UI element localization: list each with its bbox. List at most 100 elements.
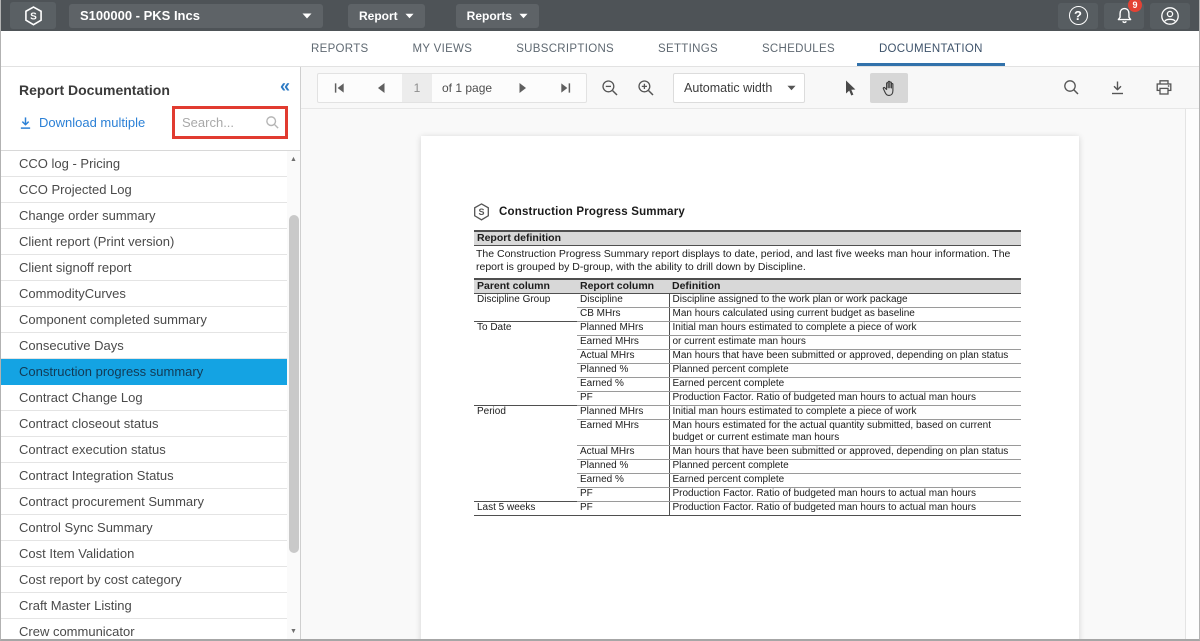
table-cell: CB MHrs bbox=[577, 308, 669, 322]
table-cell: Initial man hours estimated to complete … bbox=[669, 322, 1021, 336]
report-definition-section: Report definition The Construction Progr… bbox=[474, 230, 1021, 516]
report-list: CCO log - PricingCCO Projected LogChange… bbox=[1, 151, 300, 640]
table-cell bbox=[474, 336, 577, 350]
report-definition-text: The Construction Progress Summary report… bbox=[474, 246, 1021, 278]
page-number-input[interactable]: 1 bbox=[402, 74, 432, 102]
tab-bar: REPORTSMY VIEWSSUBSCRIPTIONSSETTINGSSCHE… bbox=[1, 31, 1199, 67]
list-item[interactable]: Consecutive Days bbox=[1, 333, 287, 359]
tab-documentation[interactable]: DOCUMENTATION bbox=[857, 31, 1005, 66]
table-cell bbox=[474, 350, 577, 364]
notifications-button[interactable]: 9 bbox=[1104, 3, 1144, 29]
list-item[interactable]: Cost report by cost category bbox=[1, 567, 287, 593]
sidebar-scrollbar[interactable]: ▲ ▼ bbox=[287, 151, 300, 640]
app-logo[interactable]: S bbox=[10, 2, 56, 29]
search-input[interactable] bbox=[182, 115, 265, 130]
table-cell: Earned % bbox=[577, 474, 669, 488]
table-cell: Production Factor. Ratio of budgeted man… bbox=[669, 502, 1021, 516]
list-item[interactable]: Client report (Print version) bbox=[1, 229, 287, 255]
doc-table-body: Discipline GroupDisciplineDiscipline ass… bbox=[474, 294, 1021, 516]
tab-reports[interactable]: REPORTS bbox=[289, 31, 390, 66]
download-multiple-button[interactable]: Download multiple bbox=[19, 115, 145, 130]
report-menu-dropdown[interactable]: Report bbox=[348, 4, 425, 28]
svg-text:S: S bbox=[30, 11, 37, 22]
zoom-mode-dropdown[interactable]: Automatic width bbox=[673, 73, 805, 103]
list-item[interactable]: Client signoff report bbox=[1, 255, 287, 281]
zoom-in-button[interactable] bbox=[637, 79, 655, 97]
chevron-down-icon bbox=[519, 13, 528, 19]
list-item[interactable]: Contract Integration Status bbox=[1, 463, 287, 489]
table-row: To DatePlanned MHrsInitial man hours est… bbox=[474, 322, 1021, 336]
list-item[interactable]: CCO Projected Log bbox=[1, 177, 287, 203]
pan-tool-button[interactable] bbox=[870, 73, 908, 103]
scroll-down-icon[interactable]: ▼ bbox=[287, 625, 300, 638]
search-icon bbox=[265, 115, 280, 130]
table-cell: Planned percent complete bbox=[669, 460, 1021, 474]
sidebar-header: Report Documentation « Download multiple bbox=[1, 67, 300, 151]
document-scrollbar[interactable] bbox=[1185, 109, 1199, 640]
help-button[interactable]: ? bbox=[1058, 3, 1098, 29]
list-item[interactable]: Contract Change Log bbox=[1, 385, 287, 411]
account-button[interactable] bbox=[1150, 3, 1190, 29]
table-row: Planned %Planned percent complete bbox=[474, 364, 1021, 378]
last-page-icon bbox=[559, 82, 572, 94]
list-item[interactable]: Component completed summary bbox=[1, 307, 287, 333]
table-row: Discipline GroupDisciplineDiscipline ass… bbox=[474, 294, 1021, 308]
download-icon bbox=[1110, 80, 1125, 96]
pan-hand-icon bbox=[881, 79, 897, 97]
document-search-button[interactable] bbox=[1063, 79, 1080, 96]
report-definition-heading: Report definition bbox=[474, 230, 1021, 246]
top-bar: S S100000 - PKS Incs Report Reports ? bbox=[1, 0, 1199, 31]
table-cell bbox=[474, 308, 577, 322]
list-item[interactable]: Change order summary bbox=[1, 203, 287, 229]
table-cell bbox=[474, 488, 577, 502]
doc-table-header-cell: Definition bbox=[669, 279, 1021, 294]
tab-my-views[interactable]: MY VIEWS bbox=[390, 31, 494, 66]
table-cell: Discipline bbox=[577, 294, 669, 308]
next-page-icon bbox=[518, 82, 528, 94]
table-row: Earned %Earned percent complete bbox=[474, 474, 1021, 488]
collapse-panel-button[interactable]: « bbox=[280, 77, 290, 95]
column-definition-table: Parent columnReport columnDefinition Dis… bbox=[474, 278, 1021, 516]
table-cell bbox=[474, 392, 577, 406]
download-multiple-label: Download multiple bbox=[39, 115, 145, 130]
tab-schedules[interactable]: SCHEDULES bbox=[740, 31, 857, 66]
search-highlight-box bbox=[172, 106, 288, 139]
reports-menu-dropdown[interactable]: Reports bbox=[456, 4, 539, 28]
tab-settings[interactable]: SETTINGS bbox=[636, 31, 740, 66]
list-item[interactable]: Cost Item Validation bbox=[1, 541, 287, 567]
zoom-out-button[interactable] bbox=[601, 79, 619, 97]
zoom-out-icon bbox=[601, 79, 619, 97]
viewer-toolbar-right bbox=[1063, 79, 1173, 96]
list-item[interactable]: CCO log - Pricing bbox=[1, 151, 287, 177]
table-cell: Earned % bbox=[577, 378, 669, 392]
list-item[interactable]: Craft Master Listing bbox=[1, 593, 287, 619]
list-item[interactable]: Contract procurement Summary bbox=[1, 489, 287, 515]
list-item[interactable]: CommodityCurves bbox=[1, 281, 287, 307]
doc-table-header-cell: Report column bbox=[577, 279, 669, 294]
first-page-button[interactable] bbox=[318, 74, 360, 102]
table-cell: or current estimate man hours bbox=[669, 336, 1021, 350]
list-item[interactable]: Construction progress summary bbox=[1, 359, 287, 385]
last-page-button[interactable] bbox=[544, 74, 586, 102]
list-item[interactable]: Contract execution status bbox=[1, 437, 287, 463]
table-cell: Man hours calculated using current budge… bbox=[669, 308, 1021, 322]
next-page-button[interactable] bbox=[502, 74, 544, 102]
select-tool-button[interactable] bbox=[835, 73, 863, 103]
scrollbar-thumb[interactable] bbox=[289, 215, 299, 553]
print-button[interactable] bbox=[1155, 79, 1173, 96]
document-download-button[interactable] bbox=[1110, 79, 1125, 96]
list-item[interactable]: Contract closeout status bbox=[1, 411, 287, 437]
scroll-up-icon[interactable]: ▲ bbox=[287, 153, 300, 166]
topbar-actions: ? 9 bbox=[1058, 3, 1190, 29]
panel-title: Report Documentation bbox=[19, 82, 170, 98]
list-item[interactable]: Control Sync Summary bbox=[1, 515, 287, 541]
project-selector-dropdown[interactable]: S100000 - PKS Incs bbox=[69, 4, 323, 28]
tab-subscriptions[interactable]: SUBSCRIPTIONS bbox=[494, 31, 636, 66]
table-cell: Initial man hours estimated to complete … bbox=[669, 406, 1021, 420]
table-cell: PF bbox=[577, 502, 669, 516]
doc-table-header-row: Parent columnReport columnDefinition bbox=[474, 279, 1021, 294]
list-item[interactable]: Crew communicator bbox=[1, 619, 287, 640]
previous-page-button[interactable] bbox=[360, 74, 402, 102]
zoom-in-icon bbox=[637, 79, 655, 97]
report-menu-label: Report bbox=[359, 9, 398, 23]
